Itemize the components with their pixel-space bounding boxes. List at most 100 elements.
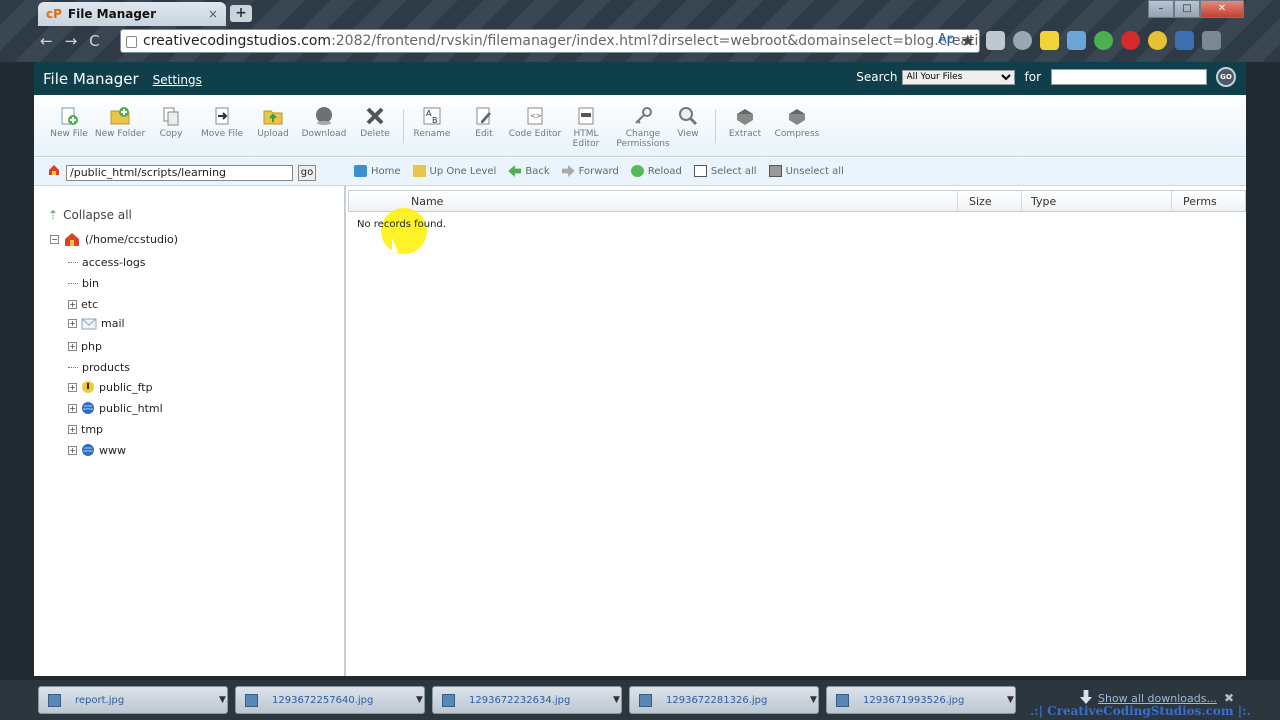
- download-dropdown-icon[interactable]: ▼: [613, 695, 625, 705]
- reload-icon[interactable]: C: [89, 32, 99, 50]
- tree-expand-icon[interactable]: +: [68, 445, 77, 455]
- tree-item-tmp[interactable]: + tmp: [68, 423, 103, 436]
- browser-tab[interactable]: cP File Manager ×: [38, 2, 226, 26]
- unselect-all-button[interactable]: Unselect all: [768, 165, 844, 177]
- tree-item-products[interactable]: products: [68, 361, 130, 374]
- header-bar: File Manager Settings Search All Your Fi…: [34, 62, 1246, 95]
- up-one-level-button[interactable]: Up One Level: [412, 165, 497, 177]
- up-one-level-label: Up One Level: [429, 165, 497, 177]
- download-filename: report.jpg: [75, 695, 125, 706]
- tree-item-etc[interactable]: + etc: [68, 298, 98, 311]
- select-all-button[interactable]: Select all: [693, 165, 757, 177]
- download-item[interactable]: 1293672257640.jpg ▼: [235, 686, 425, 714]
- tree-item-public-html[interactable]: + public_html: [68, 401, 163, 415]
- download-dropdown-icon[interactable]: ▼: [219, 695, 231, 705]
- tree-expand-icon[interactable]: +: [68, 403, 77, 413]
- column-size[interactable]: Size: [969, 195, 992, 208]
- tree-item-label: www: [99, 443, 126, 457]
- translate-icon[interactable]: Ap: [938, 32, 955, 47]
- column-type[interactable]: Type: [1031, 195, 1056, 208]
- tree-item-bin[interactable]: bin: [68, 277, 99, 290]
- compress-button[interactable]: Compress: [770, 106, 824, 139]
- html-editor-label: HTML Editor: [572, 129, 600, 149]
- download-item[interactable]: report.jpg ▼: [38, 686, 228, 714]
- back-arrow-icon[interactable]: ←: [40, 32, 53, 50]
- bookmark-star-icon[interactable]: ★: [961, 31, 975, 50]
- file-manager-app: File Manager Settings Search All Your Fi…: [34, 62, 1246, 676]
- extension-cloud-icon[interactable]: [1067, 31, 1086, 50]
- svg-text:<>: <>: [530, 112, 542, 120]
- forward-nav-button[interactable]: Forward: [561, 165, 619, 177]
- copy-label: Copy: [159, 129, 183, 139]
- upload-button[interactable]: Upload: [246, 106, 300, 139]
- tree-expand-icon[interactable]: +: [68, 425, 77, 434]
- image-file-icon: [836, 694, 849, 707]
- back-nav-button[interactable]: Back: [508, 165, 550, 177]
- path-input[interactable]: /public_html/scripts/learning: [66, 165, 293, 181]
- download-item[interactable]: 1293671993526.jpg ▼: [826, 686, 1016, 714]
- view-button[interactable]: View: [661, 106, 715, 139]
- edit-button[interactable]: Edit: [457, 106, 511, 139]
- cursor-highlight: [381, 208, 427, 254]
- new-tab-button[interactable]: +: [230, 5, 252, 22]
- download-item[interactable]: 1293672281326.jpg ▼: [629, 686, 819, 714]
- tree-item-public-ftp[interactable]: + public_ftp: [68, 380, 153, 394]
- download-dropdown-icon[interactable]: ▼: [416, 695, 428, 705]
- extension-gear-icon[interactable]: [1013, 31, 1032, 50]
- copy-icon: [163, 107, 179, 126]
- download-arrow-icon: [1080, 690, 1092, 704]
- forward-arrow-icon[interactable]: →: [65, 32, 78, 50]
- html-editor-button[interactable]: HTML Editor: [559, 106, 613, 149]
- new-file-button[interactable]: New File: [42, 106, 96, 139]
- extract-button[interactable]: Extract: [718, 106, 772, 139]
- extension-stop-icon[interactable]: [1121, 31, 1140, 50]
- extension-note-icon[interactable]: [1040, 31, 1059, 50]
- new-folder-label: New Folder: [94, 129, 146, 139]
- tree-item-access-logs[interactable]: access-logs: [68, 256, 146, 269]
- extension-refresh-icon[interactable]: [1094, 31, 1113, 50]
- rename-label: Rename: [413, 129, 451, 139]
- tree-expand-icon[interactable]: +: [68, 300, 77, 309]
- home-nav-button[interactable]: Home: [354, 165, 401, 177]
- copy-button[interactable]: Copy: [144, 106, 198, 139]
- search-go-button[interactable]: GO: [1216, 67, 1236, 87]
- wrench-icon[interactable]: [1202, 31, 1221, 50]
- reload-nav-button[interactable]: Reload: [630, 165, 682, 177]
- column-perms[interactable]: Perms: [1183, 195, 1217, 208]
- extension-calculator-icon[interactable]: [986, 31, 1005, 50]
- download-dropdown-icon[interactable]: ▼: [1007, 695, 1019, 705]
- tree-expand-icon[interactable]: +: [68, 319, 77, 328]
- file-list: Name Size Type Perms No records found.: [348, 190, 1246, 676]
- new-folder-button[interactable]: New Folder: [93, 106, 147, 139]
- code-editor-button[interactable]: <> Code Editor: [508, 106, 562, 139]
- tree-expand-icon[interactable]: +: [68, 342, 77, 351]
- close-download-bar-icon[interactable]: ✖: [1224, 691, 1234, 705]
- tree-expand-icon[interactable]: +: [68, 382, 77, 392]
- close-window-button[interactable]: ✕: [1200, 0, 1244, 18]
- tree-item-php[interactable]: + php: [68, 340, 102, 353]
- rename-button[interactable]: AB Rename: [405, 106, 459, 139]
- extension-is-icon[interactable]: [1175, 31, 1194, 50]
- download-button[interactable]: Download: [297, 106, 351, 139]
- download-item[interactable]: 1293672232634.jpg ▼: [432, 686, 622, 714]
- settings-link[interactable]: Settings: [153, 73, 202, 87]
- tree-collapse-icon[interactable]: −: [50, 234, 59, 244]
- rename-icon: AB: [423, 107, 441, 125]
- tree-item-mail[interactable]: + mail: [68, 317, 125, 330]
- search-input[interactable]: [1051, 69, 1207, 85]
- tree-item-label: public_html: [99, 401, 163, 415]
- search-scope-select[interactable]: All Your Files: [901, 69, 1015, 85]
- delete-button[interactable]: Delete: [348, 106, 402, 139]
- tree-item-www[interactable]: + www: [68, 443, 126, 457]
- tree-root[interactable]: − (/home/ccstudio): [50, 232, 178, 246]
- maximize-button[interactable]: □: [1174, 0, 1200, 18]
- move-file-button[interactable]: Move File: [195, 106, 249, 139]
- extension-chrome-icon[interactable]: [1148, 31, 1167, 50]
- download-dropdown-icon[interactable]: ▼: [810, 695, 822, 705]
- column-name[interactable]: Name: [411, 195, 443, 208]
- minimize-button[interactable]: –: [1148, 0, 1174, 18]
- collapse-all-button[interactable]: ⇡ Collapse all: [48, 208, 132, 222]
- address-bar[interactable]: creativecodingstudios.com:2082/frontend/…: [120, 29, 980, 53]
- tab-close-icon[interactable]: ×: [208, 7, 218, 21]
- path-go-button[interactable]: go: [298, 165, 316, 181]
